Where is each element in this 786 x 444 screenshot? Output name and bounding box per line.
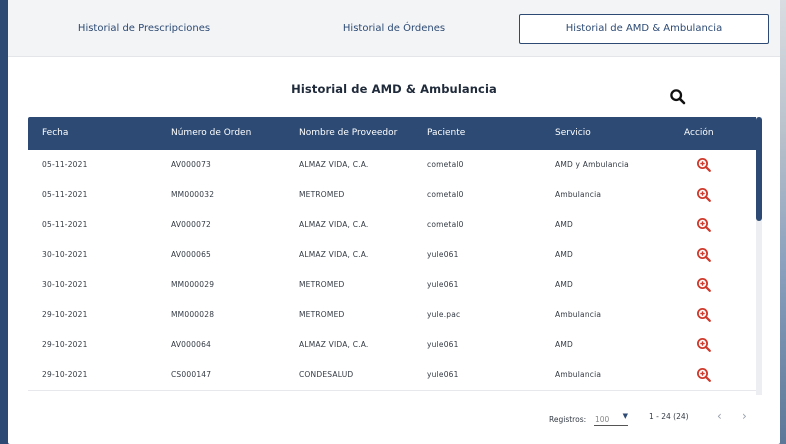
cell-numero-orden: AV000065	[171, 250, 212, 259]
registros-value: 100	[595, 415, 610, 424]
cell-paciente: cometal0	[427, 220, 464, 229]
cell-numero-orden: CS000147	[171, 370, 212, 379]
cell-servicio: Ambulancia	[555, 190, 602, 199]
tab-historial-prescripciones[interactable]: Historial de Prescripciones	[28, 14, 260, 44]
cell-servicio: Ambulancia	[555, 310, 602, 319]
pagination-range: 1 - 24 (24)	[649, 412, 689, 421]
scrollbar-thumb[interactable]	[756, 117, 762, 221]
cell-fecha: 05-11-2021	[42, 160, 88, 169]
column-servicio[interactable]: Servicio	[555, 117, 591, 150]
cell-fecha: 29-10-2021	[42, 310, 88, 319]
cell-numero-orden: AV000073	[171, 160, 212, 169]
cell-servicio: AMD	[555, 250, 573, 259]
table-row: 05-11-2021 MM000032 METROMED cometal0 Ambula…	[28, 180, 762, 211]
cell-fecha: 29-10-2021	[42, 340, 88, 349]
column-fecha[interactable]: Fecha	[42, 117, 68, 150]
cell-numero-orden: MM000029	[171, 280, 215, 289]
column-paciente[interactable]: Paciente	[427, 117, 465, 150]
tab-bar: Historial de Prescripciones Historial de…	[8, 0, 780, 57]
table-footer: Registros: 100 ▼ 1 - 24 (24) ‹ ›	[8, 398, 780, 438]
cell-proveedor: ALMAZ VIDA, C.A.	[299, 220, 369, 229]
cell-paciente: cometal0	[427, 160, 464, 169]
cell-proveedor: METROMED	[299, 280, 345, 289]
cell-servicio: AMD y Ambulancia	[555, 160, 629, 169]
cell-proveedor: ALMAZ VIDA, C.A.	[299, 340, 369, 349]
zoom-in-icon[interactable]	[696, 217, 712, 233]
cell-fecha: 30-10-2021	[42, 280, 88, 289]
cell-numero-orden: MM000032	[171, 190, 215, 199]
cell-proveedor: METROMED	[299, 190, 345, 199]
cell-servicio: AMD	[555, 340, 573, 349]
zoom-in-icon[interactable]	[696, 187, 712, 203]
zoom-in-icon[interactable]	[696, 247, 712, 263]
cell-paciente: yule061	[427, 280, 459, 289]
column-nombre-proveedor[interactable]: Nombre de Proveedor	[299, 117, 397, 150]
table-scrollbar[interactable]	[756, 117, 762, 395]
cell-proveedor: ALMAZ VIDA, C.A.	[299, 250, 369, 259]
search-icon[interactable]	[669, 88, 687, 106]
column-accion: Acción	[684, 128, 714, 138]
cell-fecha: 05-11-2021	[42, 190, 88, 199]
zoom-in-icon[interactable]	[696, 307, 712, 323]
zoom-in-icon[interactable]	[696, 337, 712, 353]
cell-fecha: 29-10-2021	[42, 370, 88, 379]
main-panel: Historial de Prescripciones Historial de…	[8, 0, 780, 444]
table-row: 05-11-2021 AV000072 ALMAZ VIDA, C.A. cometa…	[28, 210, 762, 241]
cell-proveedor: METROMED	[299, 310, 345, 319]
next-page-button[interactable]: ›	[742, 409, 747, 423]
zoom-in-icon[interactable]	[696, 157, 712, 173]
cell-fecha: 05-11-2021	[42, 220, 88, 229]
page-title: Historial de AMD & Ambulancia	[291, 82, 497, 96]
prev-page-button[interactable]: ‹	[717, 409, 722, 423]
table-row: 30-10-2021 MM000029 METROMED yule061 AMD	[28, 270, 762, 301]
registros-select[interactable]: 100 ▼	[594, 411, 628, 426]
cell-numero-orden: MM000028	[171, 310, 215, 319]
table-row: 30-10-2021 AV000065 ALMAZ VIDA, C.A. yule06…	[28, 240, 762, 271]
cell-paciente: yule061	[427, 370, 459, 379]
caret-down-icon: ▼	[622, 412, 628, 420]
cell-paciente: cometal0	[427, 190, 464, 199]
column-numero-orden[interactable]: Número de Orden	[171, 117, 251, 150]
registros-label: Registros:	[549, 415, 587, 424]
table-row: 29-10-2021 MM000028 METROMED yule.pac Ambula…	[28, 300, 762, 331]
table-row: 29-10-2021 CS000147 CONDESALUD yule061 Ambul…	[28, 360, 762, 391]
cell-numero-orden: AV000064	[171, 340, 212, 349]
cell-proveedor: ALMAZ VIDA, C.A.	[299, 160, 369, 169]
cell-fecha: 30-10-2021	[42, 250, 88, 259]
tab-historial-ordenes[interactable]: Historial de Órdenes	[270, 14, 518, 44]
table-row: 29-10-2021 AV000064 ALMAZ VIDA, C.A. yule06…	[28, 330, 762, 361]
table-row: 05-11-2021 AV000073 ALMAZ VIDA, C.A. cometa…	[28, 150, 762, 181]
cell-servicio: AMD	[555, 280, 573, 289]
orders-table: Fecha Número de Orden Nombre de Proveedo…	[28, 117, 762, 395]
cell-servicio: AMD	[555, 220, 573, 229]
cell-servicio: Ambulancia	[555, 370, 602, 379]
tab-historial-amd-ambulancia[interactable]: Historial de AMD & Ambulancia	[519, 14, 769, 44]
table-header: Fecha Número de Orden Nombre de Proveedo…	[28, 117, 762, 150]
cell-numero-orden: AV000072	[171, 220, 212, 229]
cell-paciente: yule.pac	[427, 310, 461, 319]
cell-paciente: yule061	[427, 340, 459, 349]
zoom-in-icon[interactable]	[696, 367, 712, 383]
cell-proveedor: CONDESALUD	[299, 370, 354, 379]
cell-paciente: yule061	[427, 250, 459, 259]
zoom-in-icon[interactable]	[696, 277, 712, 293]
